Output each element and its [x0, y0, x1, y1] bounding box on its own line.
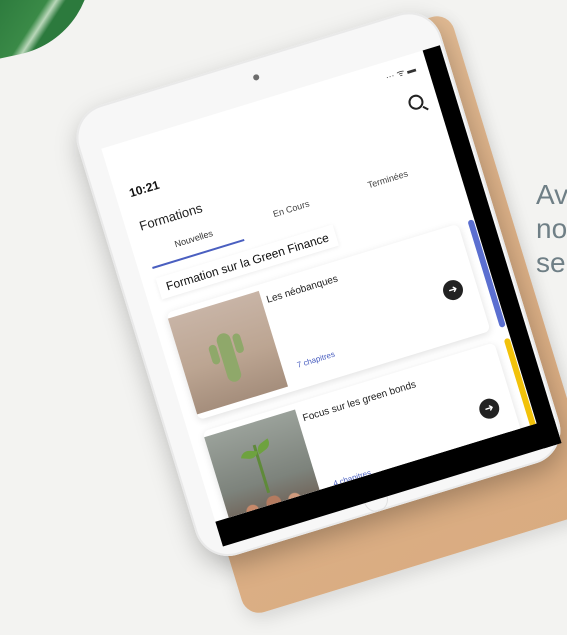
app-screen: ··· ᯤ ▬ 10:21 Formations Nouvelles En Co… — [101, 45, 562, 547]
card-accent-bar — [503, 337, 543, 447]
search-icon[interactable] — [406, 92, 426, 112]
side-text-line-3: se — [536, 247, 566, 278]
cactus-icon — [214, 331, 243, 384]
side-text: Av no se — [536, 178, 567, 280]
course-thumbnail-plant — [204, 409, 325, 533]
tab-terminees[interactable]: Terminées — [343, 161, 432, 197]
plant-leaf-decoration — [0, 0, 108, 63]
card-accent-bar — [467, 219, 506, 328]
camera-dot — [252, 73, 260, 82]
course-thumbnail-cactus — [167, 290, 289, 415]
status-bar: ··· ᯤ ▬ — [384, 63, 418, 83]
course-title: Les néobanques — [265, 273, 340, 306]
tab-en-cours[interactable]: En Cours — [251, 192, 330, 225]
clock: 10:21 — [127, 177, 162, 201]
arrow-right-icon[interactable]: ➜ — [476, 396, 502, 422]
course-chapters: 7 chapitres — [295, 349, 336, 370]
side-text-line-2: no — [536, 213, 567, 244]
sprout-icon — [252, 444, 271, 494]
arrow-right-icon[interactable]: ➜ — [440, 277, 466, 303]
side-text-line-1: Av — [536, 179, 567, 210]
course-title: Focus sur les green bonds — [301, 379, 418, 425]
course-chapters: 4 chapitres — [332, 468, 373, 489]
coins-icon — [235, 485, 313, 525]
